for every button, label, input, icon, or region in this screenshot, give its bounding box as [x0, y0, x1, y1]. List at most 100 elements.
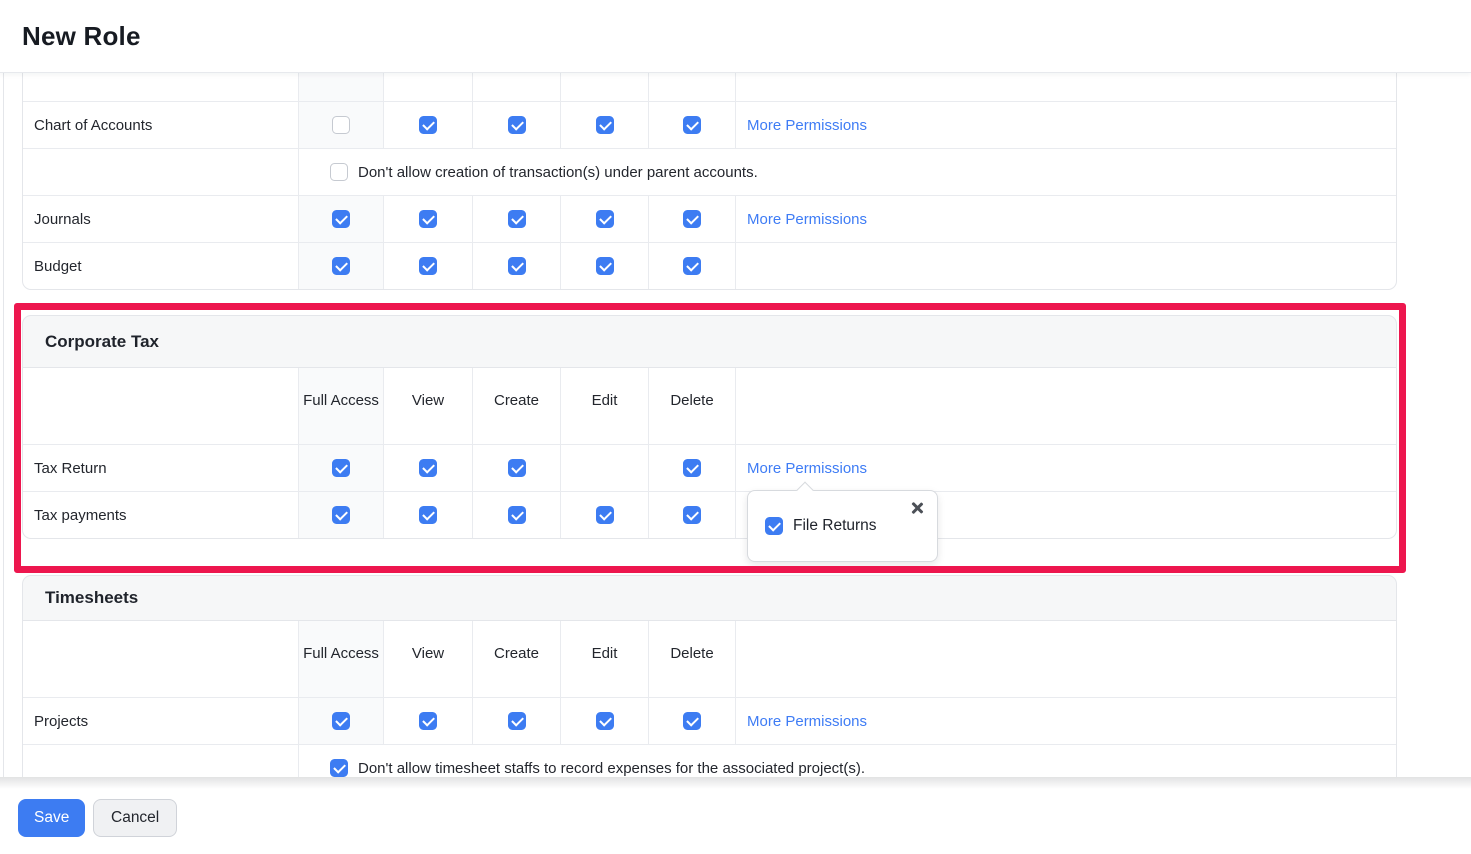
permission-checkbox[interactable] [419, 210, 437, 228]
more-permissions-popover: File Returns [747, 490, 938, 562]
section-title: Corporate Tax [45, 332, 159, 352]
permission-cell [384, 243, 473, 289]
file-returns-checkbox[interactable] [765, 517, 783, 535]
permission-cell [649, 243, 736, 289]
column-header: Full Access [299, 73, 384, 101]
permission-checkbox[interactable] [596, 506, 614, 524]
permission-checkbox[interactable] [508, 459, 526, 477]
permission-checkbox[interactable] [683, 116, 701, 134]
note-checkbox[interactable] [330, 759, 348, 777]
permission-checkbox[interactable] [419, 506, 437, 524]
more-permissions-cell: More Permissions [736, 196, 1396, 242]
permission-checkbox[interactable] [419, 257, 437, 275]
permission-cell [384, 492, 473, 538]
note-cell: Don't allow creation of transaction(s) u… [299, 149, 1396, 195]
permission-cell [561, 102, 649, 148]
table-row: Tax ReturnMore Permissions [23, 444, 1396, 491]
content-left-border [3, 73, 4, 777]
permissions-table-accounting: Full AccessViewCreateEditDeleteChart of … [22, 73, 1397, 290]
column-header: Delete [649, 73, 736, 101]
permission-checkbox[interactable] [419, 116, 437, 134]
permission-cell [299, 492, 384, 538]
column-header: Delete [649, 368, 736, 444]
column-header: View [384, 621, 473, 697]
more-permissions-cell: More Permissions [736, 445, 1396, 491]
save-button[interactable]: Save [18, 799, 85, 837]
table-header-row: Full AccessViewCreateEditDelete [23, 368, 1396, 444]
permission-checkbox[interactable] [508, 116, 526, 134]
section-header-corporate-tax: Corporate Tax [22, 315, 1397, 368]
row-label: Projects [23, 698, 299, 744]
permission-cell [299, 102, 384, 148]
permission-cell [299, 196, 384, 242]
column-header: View [384, 73, 473, 101]
row-label: Journals [23, 196, 299, 242]
permission-checkbox[interactable] [332, 459, 350, 477]
table-header-row: Full AccessViewCreateEditDelete [23, 621, 1396, 697]
row-label [23, 149, 299, 195]
row-label: Tax payments [23, 492, 299, 538]
permission-checkbox[interactable] [596, 210, 614, 228]
header-spacer-cell [23, 621, 299, 697]
table-row: Don't allow timesheet staffs to record e… [23, 744, 1396, 777]
permission-checkbox[interactable] [683, 506, 701, 524]
section-title: Timesheets [45, 588, 138, 608]
permission-checkbox[interactable] [332, 712, 350, 730]
more-permissions-link[interactable]: More Permissions [747, 117, 867, 134]
column-header: Edit [561, 73, 649, 101]
header-spacer-cell [736, 73, 1396, 101]
more-permissions-link[interactable]: More Permissions [747, 460, 867, 477]
permission-checkbox[interactable] [683, 210, 701, 228]
permission-checkbox[interactable] [508, 712, 526, 730]
permission-cell [384, 445, 473, 491]
permission-checkbox[interactable] [683, 459, 701, 477]
permission-cell [649, 196, 736, 242]
permission-checkbox[interactable] [419, 459, 437, 477]
permission-checkbox[interactable] [332, 506, 350, 524]
more-permissions-link[interactable]: More Permissions [747, 713, 867, 730]
permission-checkbox[interactable] [683, 257, 701, 275]
note-text: Don't allow creation of transaction(s) u… [358, 164, 758, 181]
permission-checkbox[interactable] [508, 506, 526, 524]
note-checkbox[interactable] [330, 163, 348, 181]
content-area: Full AccessViewCreateEditDeleteChart of … [0, 73, 1471, 777]
table-row: Don't allow creation of transaction(s) u… [23, 148, 1396, 195]
permission-cell [473, 445, 561, 491]
permission-checkbox[interactable] [596, 257, 614, 275]
scroll-shadow [0, 777, 1471, 789]
permission-cell [649, 698, 736, 744]
file-returns-label: File Returns [793, 517, 877, 535]
table-row: Journals More Permissions [23, 195, 1396, 242]
column-header: Create [473, 73, 561, 101]
permission-checkbox[interactable] [683, 712, 701, 730]
permission-checkbox[interactable] [508, 210, 526, 228]
cancel-button[interactable]: Cancel [93, 799, 177, 837]
row-label: Budget [23, 243, 299, 289]
permission-checkbox[interactable] [596, 712, 614, 730]
table-row: Chart of Accounts More Permissions [23, 101, 1396, 148]
column-header: Full Access [299, 621, 384, 697]
page-header: New Role [0, 0, 1471, 73]
table-row: Tax payments [23, 491, 1396, 538]
column-header: View [384, 368, 473, 444]
permission-checkbox[interactable] [596, 116, 614, 134]
permission-checkbox[interactable] [332, 116, 350, 134]
permission-checkbox[interactable] [508, 257, 526, 275]
permission-checkbox[interactable] [332, 257, 350, 275]
more-permissions-cell [736, 243, 1396, 289]
close-icon[interactable] [910, 501, 924, 515]
column-header: Edit [561, 621, 649, 697]
permission-cell [384, 698, 473, 744]
more-permissions-cell: More Permissions [736, 698, 1396, 744]
permission-cell [561, 243, 649, 289]
header-spacer-cell [23, 73, 299, 101]
permission-cell [561, 492, 649, 538]
more-permissions-link[interactable]: More Permissions [747, 211, 867, 228]
permissions-table-timesheets: Full AccessViewCreateEditDeleteProjects M… [22, 621, 1397, 777]
permission-cell [473, 102, 561, 148]
column-header: Create [473, 368, 561, 444]
row-label: Chart of Accounts [23, 102, 299, 148]
permission-checkbox[interactable] [419, 712, 437, 730]
permission-checkbox[interactable] [332, 210, 350, 228]
permission-cell [473, 196, 561, 242]
